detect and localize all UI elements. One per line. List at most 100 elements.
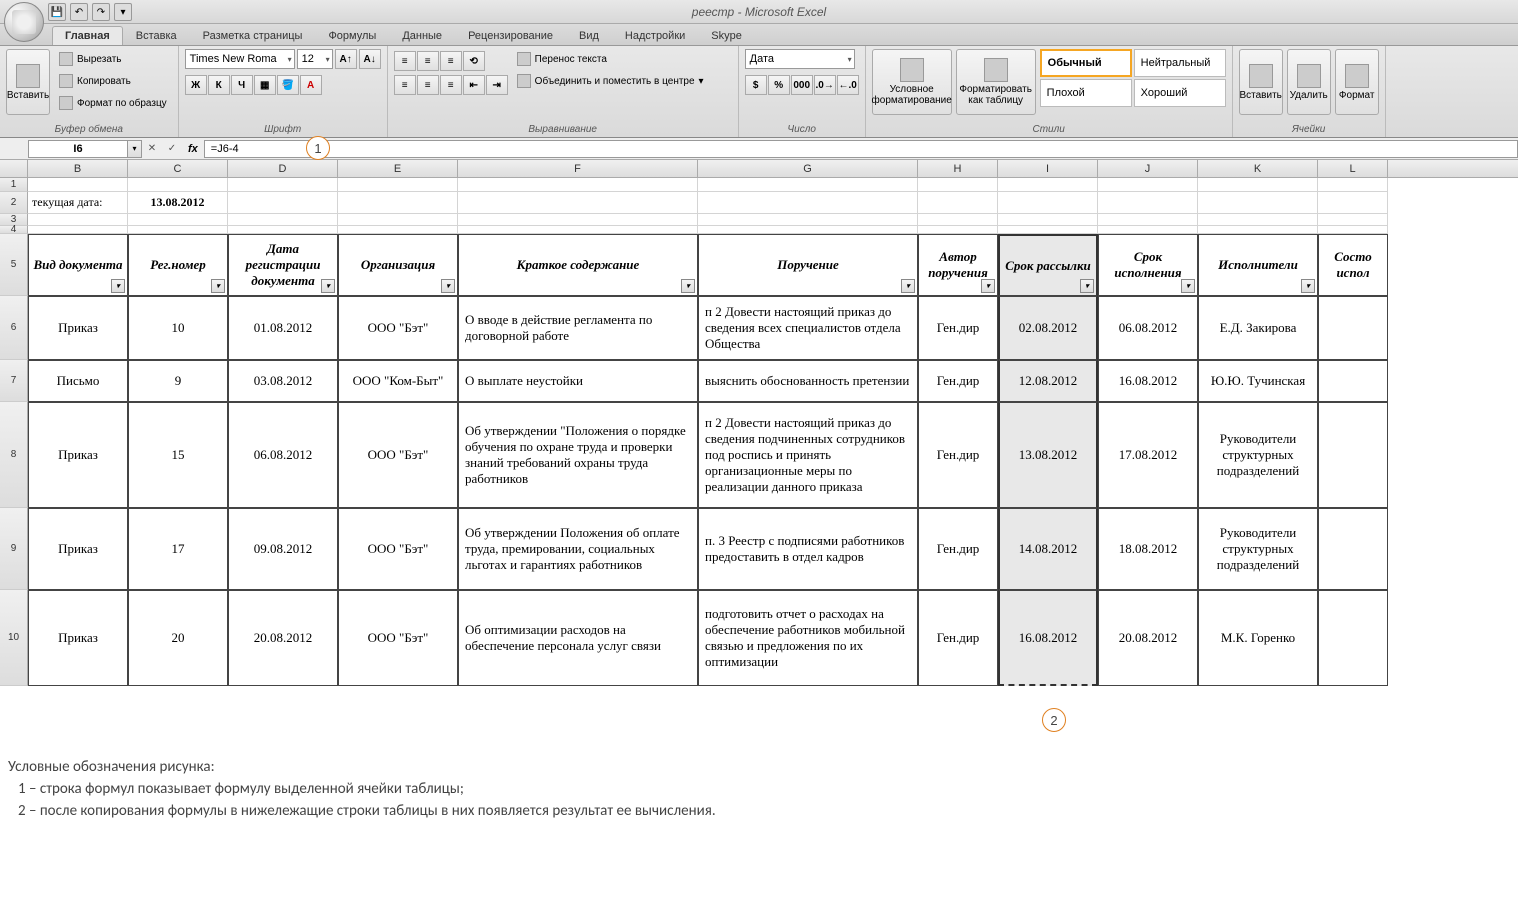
- align-middle-button[interactable]: ≡: [417, 51, 439, 71]
- cell-task[interactable]: выяснить обоснованность претензии: [698, 360, 918, 402]
- cell[interactable]: [128, 226, 228, 234]
- col-header[interactable]: F: [458, 160, 698, 177]
- cell-author[interactable]: Ген.дир: [918, 402, 998, 508]
- insert-cells-button[interactable]: Вставить: [1239, 49, 1283, 115]
- cell[interactable]: [228, 178, 338, 192]
- cell-org[interactable]: ООО "Ком-Быт": [338, 360, 458, 402]
- underline-button[interactable]: Ч: [231, 75, 253, 95]
- cell-due[interactable]: 20.08.2012: [1098, 590, 1198, 686]
- cell-send[interactable]: 02.08.2012: [998, 296, 1098, 360]
- formula-input[interactable]: =J6-4: [204, 140, 1518, 158]
- office-button[interactable]: [4, 2, 44, 42]
- table-header[interactable]: Краткое содержание▾: [458, 234, 698, 296]
- cell[interactable]: [1318, 226, 1388, 234]
- row-header[interactable]: 9: [0, 508, 28, 590]
- cut-button[interactable]: Вырезать: [54, 49, 172, 69]
- cell-exec[interactable]: Е.Д. Закирова: [1198, 296, 1318, 360]
- table-header[interactable]: Дата регистрации документа▾: [228, 234, 338, 296]
- cell[interactable]: [28, 226, 128, 234]
- undo-icon[interactable]: ↶: [70, 3, 88, 21]
- cell[interactable]: [458, 192, 698, 214]
- italic-button[interactable]: К: [208, 75, 230, 95]
- table-header[interactable]: Автор поручения▾: [918, 234, 998, 296]
- orientation-button[interactable]: ⟲: [463, 51, 485, 71]
- cell-current-date-value[interactable]: 13.08.2012: [128, 192, 228, 214]
- cell[interactable]: [338, 214, 458, 226]
- cell[interactable]: [918, 226, 998, 234]
- cell[interactable]: [128, 178, 228, 192]
- cell-due[interactable]: 06.08.2012: [1098, 296, 1198, 360]
- cell[interactable]: [228, 226, 338, 234]
- align-bottom-button[interactable]: ≡: [440, 51, 462, 71]
- cell-status[interactable]: [1318, 508, 1388, 590]
- format-painter-button[interactable]: Формат по образцу: [54, 93, 172, 113]
- align-left-button[interactable]: ≡: [394, 75, 416, 95]
- cell-org[interactable]: ООО "Бэт": [338, 508, 458, 590]
- name-box[interactable]: I6: [28, 140, 128, 158]
- cell[interactable]: [998, 178, 1098, 192]
- cell-due[interactable]: 18.08.2012: [1098, 508, 1198, 590]
- filter-icon[interactable]: ▾: [1080, 279, 1094, 293]
- cell[interactable]: [1098, 178, 1198, 192]
- cell-author[interactable]: Ген.дир: [918, 590, 998, 686]
- fill-color-button[interactable]: 🪣: [277, 75, 299, 95]
- cell-status[interactable]: [1318, 296, 1388, 360]
- col-header[interactable]: I: [998, 160, 1098, 177]
- tab-layout[interactable]: Разметка страницы: [190, 26, 316, 45]
- cell[interactable]: [458, 214, 698, 226]
- border-button[interactable]: ▦: [254, 75, 276, 95]
- row-header[interactable]: 2: [0, 192, 28, 214]
- tab-review[interactable]: Рецензирование: [455, 26, 566, 45]
- col-header[interactable]: K: [1198, 160, 1318, 177]
- comma-button[interactable]: 000: [791, 75, 813, 95]
- cell[interactable]: [998, 192, 1098, 214]
- bold-button[interactable]: Ж: [185, 75, 207, 95]
- cell-date[interactable]: 09.08.2012: [228, 508, 338, 590]
- filter-icon[interactable]: ▾: [1301, 279, 1315, 293]
- col-header[interactable]: D: [228, 160, 338, 177]
- cell[interactable]: [698, 226, 918, 234]
- cell-vid[interactable]: Приказ: [28, 508, 128, 590]
- tab-data[interactable]: Данные: [389, 26, 455, 45]
- cell-due[interactable]: 17.08.2012: [1098, 402, 1198, 508]
- cell-date[interactable]: 20.08.2012: [228, 590, 338, 686]
- tab-formulas[interactable]: Формулы: [315, 26, 389, 45]
- row-header[interactable]: 10: [0, 590, 28, 686]
- table-header[interactable]: Срок исполнения▾: [1098, 234, 1198, 296]
- cell-vid[interactable]: Письмо: [28, 360, 128, 402]
- table-header[interactable]: Вид документа▾: [28, 234, 128, 296]
- cell[interactable]: [128, 214, 228, 226]
- cell-send[interactable]: 16.08.2012: [998, 590, 1098, 686]
- filter-icon[interactable]: ▾: [111, 279, 125, 293]
- cell[interactable]: [1098, 192, 1198, 214]
- cell[interactable]: [1318, 214, 1388, 226]
- cell-status[interactable]: [1318, 360, 1388, 402]
- filter-icon[interactable]: ▾: [681, 279, 695, 293]
- row-header[interactable]: 7: [0, 360, 28, 402]
- cell[interactable]: [228, 192, 338, 214]
- row-header[interactable]: 1: [0, 178, 28, 192]
- cell[interactable]: [1098, 214, 1198, 226]
- cell-vid[interactable]: Приказ: [28, 296, 128, 360]
- cell[interactable]: [1318, 192, 1388, 214]
- cell-exec[interactable]: Руководители структурных подразделений: [1198, 402, 1318, 508]
- indent-dec-button[interactable]: ⇤: [463, 75, 485, 95]
- cell-current-date-label[interactable]: текущая дата:: [28, 192, 128, 214]
- filter-icon[interactable]: ▾: [1181, 279, 1195, 293]
- cell-reg[interactable]: 10: [128, 296, 228, 360]
- row-header[interactable]: 6: [0, 296, 28, 360]
- cell-summary[interactable]: О вводе в действие регламента по договор…: [458, 296, 698, 360]
- cell[interactable]: [698, 192, 918, 214]
- cell[interactable]: [458, 178, 698, 192]
- cell-send[interactable]: 12.08.2012: [998, 360, 1098, 402]
- qat-more-icon[interactable]: ▾: [114, 3, 132, 21]
- cell-org[interactable]: ООО "Бэт": [338, 296, 458, 360]
- cell[interactable]: [28, 214, 128, 226]
- cell[interactable]: [998, 214, 1098, 226]
- cell-send[interactable]: 13.08.2012: [998, 402, 1098, 508]
- col-header[interactable]: E: [338, 160, 458, 177]
- col-header[interactable]: H: [918, 160, 998, 177]
- font-name-combo[interactable]: Times New Roma: [185, 49, 295, 69]
- cell-exec[interactable]: Ю.Ю. Тучинская: [1198, 360, 1318, 402]
- copy-button[interactable]: Копировать: [54, 71, 172, 91]
